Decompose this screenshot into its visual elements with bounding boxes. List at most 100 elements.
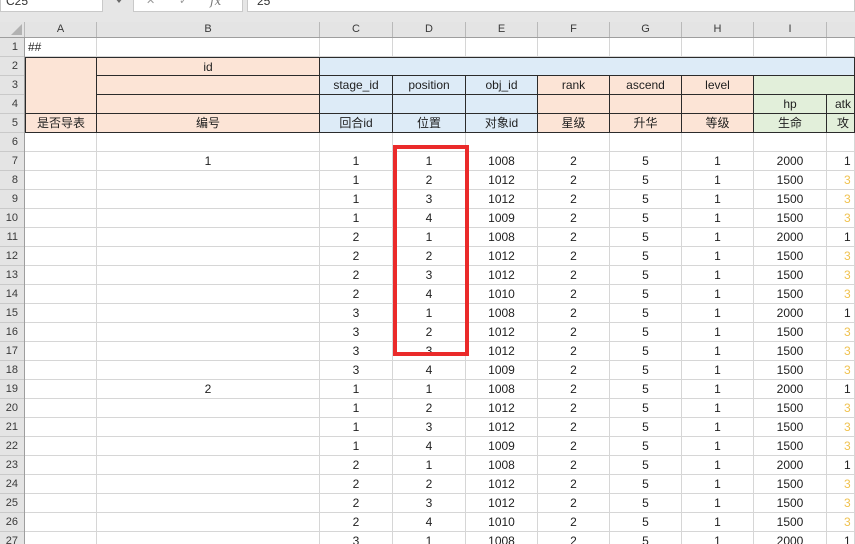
cell-G12[interactable]: 5 (610, 247, 682, 266)
cell-B21[interactable] (97, 418, 320, 437)
cell-A24[interactable] (25, 475, 97, 494)
cell-B12[interactable] (97, 247, 320, 266)
row-header-2[interactable]: 2 (0, 57, 24, 76)
cell-J14[interactable]: 3 (827, 285, 855, 304)
cell-F3[interactable]: rank (538, 76, 610, 95)
col-header-B[interactable]: B (97, 22, 320, 37)
cell-B20[interactable] (97, 399, 320, 418)
cell-J15[interactable]: 1 (827, 304, 855, 323)
cell-A23[interactable] (25, 456, 97, 475)
cell-E1[interactable] (466, 38, 538, 57)
cell-J5[interactable]: 攻击 (827, 114, 855, 133)
cell-G18[interactable]: 5 (610, 361, 682, 380)
cell-H16[interactable]: 1 (682, 323, 754, 342)
cell-C14[interactable]: 2 (320, 285, 393, 304)
cell-E19[interactable]: 1008 (466, 380, 538, 399)
cell-D11[interactable]: 1 (393, 228, 466, 247)
row-header-15[interactable]: 15 (0, 304, 24, 323)
cell-J20[interactable]: 3 (827, 399, 855, 418)
cell-J27[interactable]: 1 (827, 532, 855, 544)
cell-H15[interactable]: 1 (682, 304, 754, 323)
cell-H23[interactable]: 1 (682, 456, 754, 475)
cell-C1[interactable] (320, 38, 393, 57)
cell-F6[interactable] (538, 133, 610, 152)
cell-J21[interactable]: 3 (827, 418, 855, 437)
row-header-7[interactable]: 7 (0, 152, 24, 171)
cell-F4[interactable] (538, 95, 610, 114)
cell-E4[interactable] (466, 95, 538, 114)
cell-G3[interactable]: ascend (610, 76, 682, 95)
row-header-9[interactable]: 9 (0, 190, 24, 209)
cell-C20[interactable]: 1 (320, 399, 393, 418)
cell-G9[interactable]: 5 (610, 190, 682, 209)
cell-B17[interactable] (97, 342, 320, 361)
cell-I5[interactable]: 生命 (754, 114, 827, 133)
cell-I25[interactable]: 1500 (754, 494, 827, 513)
cell-C26[interactable]: 2 (320, 513, 393, 532)
cell-D9[interactable]: 3 (393, 190, 466, 209)
enter-icon[interactable]: ✓ (179, 0, 188, 9)
cell-B25[interactable] (97, 494, 320, 513)
cell-B13[interactable] (97, 266, 320, 285)
cell-J4[interactable]: atk (827, 95, 855, 114)
row-header-19[interactable]: 19 (0, 380, 24, 399)
cell-A6[interactable] (25, 133, 97, 152)
cell-E20[interactable]: 1012 (466, 399, 538, 418)
cell-E18[interactable]: 1009 (466, 361, 538, 380)
cell-C22[interactable]: 1 (320, 437, 393, 456)
cell-H12[interactable]: 1 (682, 247, 754, 266)
cell-H17[interactable]: 1 (682, 342, 754, 361)
cell-G15[interactable]: 5 (610, 304, 682, 323)
cell-E17[interactable]: 1012 (466, 342, 538, 361)
row-header-3[interactable]: 3 (0, 76, 24, 95)
row-header-26[interactable]: 26 (0, 513, 24, 532)
cell-H4[interactable] (682, 95, 754, 114)
cell-C25[interactable]: 2 (320, 494, 393, 513)
cell-G17[interactable]: 5 (610, 342, 682, 361)
cell-J26[interactable]: 3 (827, 513, 855, 532)
row-header-16[interactable]: 16 (0, 323, 24, 342)
cell-A17[interactable] (25, 342, 97, 361)
cell-F17[interactable]: 2 (538, 342, 610, 361)
cell-G26[interactable]: 5 (610, 513, 682, 532)
cell-C3[interactable]: stage_id (320, 76, 393, 95)
cell-A26[interactable] (25, 513, 97, 532)
cell-F23[interactable]: 2 (538, 456, 610, 475)
cell-G21[interactable]: 5 (610, 418, 682, 437)
cell-A25[interactable] (25, 494, 97, 513)
cell-C8[interactable]: 1 (320, 171, 393, 190)
cell-C27[interactable]: 3 (320, 532, 393, 544)
cell-D18[interactable]: 4 (393, 361, 466, 380)
cell-D14[interactable]: 4 (393, 285, 466, 304)
row-header-12[interactable]: 12 (0, 247, 24, 266)
name-box-dropdown[interactable] (104, 0, 132, 12)
cell-I13[interactable]: 1500 (754, 266, 827, 285)
cell-A13[interactable] (25, 266, 97, 285)
cell-C11[interactable]: 2 (320, 228, 393, 247)
cell-D4[interactable] (393, 95, 466, 114)
row-header-14[interactable]: 14 (0, 285, 24, 304)
col-header-D[interactable]: D (393, 22, 466, 37)
cell-I22[interactable]: 1500 (754, 437, 827, 456)
cell-I1[interactable] (754, 38, 827, 57)
row-header-22[interactable]: 22 (0, 437, 24, 456)
cell-B9[interactable] (97, 190, 320, 209)
cell-D12[interactable]: 2 (393, 247, 466, 266)
cell-A10[interactable] (25, 209, 97, 228)
cell-B1[interactable] (97, 38, 320, 57)
cell-F13[interactable]: 2 (538, 266, 610, 285)
cell-I7[interactable]: 2000 (754, 152, 827, 171)
cell-H19[interactable]: 1 (682, 380, 754, 399)
cell-J11[interactable]: 1 (827, 228, 855, 247)
cell-E22[interactable]: 1009 (466, 437, 538, 456)
cell-H8[interactable]: 1 (682, 171, 754, 190)
cell-H26[interactable]: 1 (682, 513, 754, 532)
cell-B18[interactable] (97, 361, 320, 380)
cell-I17[interactable]: 1500 (754, 342, 827, 361)
cell-H21[interactable]: 1 (682, 418, 754, 437)
cell-B5[interactable]: 编号 (97, 114, 320, 133)
cell-F14[interactable]: 2 (538, 285, 610, 304)
cell-I18[interactable]: 1500 (754, 361, 827, 380)
col-header-A[interactable]: A (25, 22, 97, 37)
cell-E5[interactable]: 对象id (466, 114, 538, 133)
